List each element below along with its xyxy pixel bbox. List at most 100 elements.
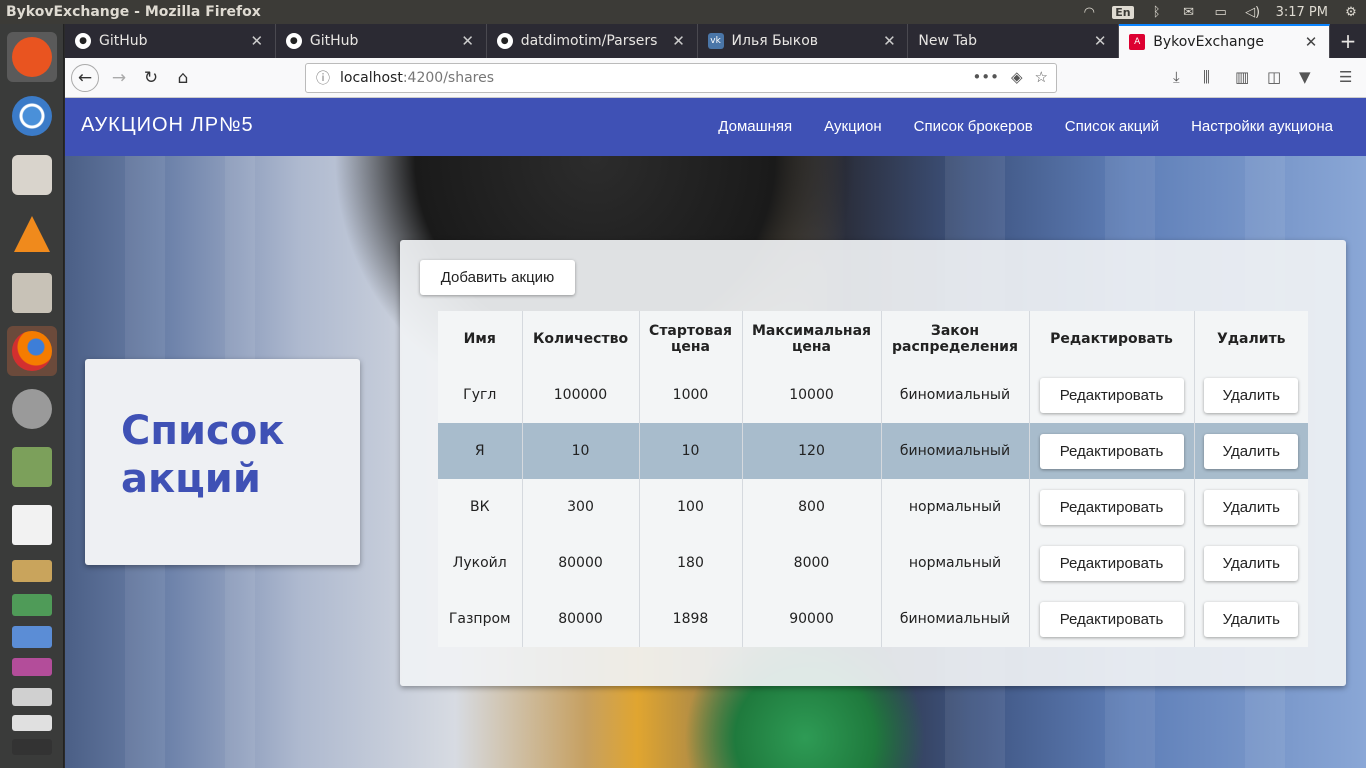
browser-tab[interactable]: ● GitHub ✕ [276,24,487,58]
edit-button[interactable]: Редактировать [1039,545,1184,581]
share-distribution-law: биномиальный [881,423,1030,479]
page-title-card: Список акций [85,359,360,565]
delete-button[interactable]: Удалить [1204,601,1299,637]
stack-icon[interactable] [7,712,57,734]
delete-button[interactable]: Удалить [1204,377,1299,413]
keyboard-layout-indicator[interactable]: En [1112,5,1134,19]
close-icon[interactable]: ✕ [1090,32,1110,50]
browser-tab[interactable]: ● GitHub ✕ [65,24,276,58]
bookmark-star-icon[interactable]: ☆ [1035,68,1048,86]
angular-icon: A [1129,34,1146,50]
chromium-icon[interactable] [7,91,57,141]
nav-link-auction[interactable]: Аукцион [824,118,882,135]
close-icon[interactable]: ✕ [879,32,899,50]
reload-button[interactable]: ↻ [137,64,165,92]
share-start-price: 180 [639,535,743,591]
extension-icon[interactable]: ▼ [1299,68,1311,86]
settings-gear-icon[interactable]: ⚙ [1342,5,1360,20]
app-icon[interactable] [7,654,57,680]
share-max-price: 10000 [742,367,882,423]
close-icon[interactable]: ✕ [669,32,689,50]
share-distribution-law: биномиальный [881,591,1030,647]
close-icon[interactable]: ✕ [1301,33,1321,51]
system-settings-icon[interactable] [7,384,57,434]
menu-icon[interactable]: ☰ [1339,68,1352,86]
github-icon: ● [75,33,91,49]
share-quantity: 80000 [522,591,640,647]
column-header: Количество [522,311,640,367]
tool-icon[interactable] [7,590,57,620]
disk-usage-icon[interactable] [7,442,57,492]
close-icon[interactable]: ✕ [458,32,478,50]
column-header: Имя [438,311,523,367]
nav-link-brokers[interactable]: Список брокеров [914,118,1033,135]
vlc-icon[interactable] [7,209,57,259]
share-name: ВК [438,479,523,535]
volume-icon[interactable]: ◁) [1244,5,1262,20]
share-distribution-law: биномиальный [881,367,1030,423]
github-icon: ● [496,33,513,49]
brand-logo[interactable]: АУКЦИОН ЛР№5 [81,114,254,137]
wine-icon[interactable] [7,622,57,652]
share-distribution-law: нормальный [881,535,1030,591]
wifi-icon[interactable]: ◠ [1080,5,1098,20]
screenshot-icon[interactable]: ◫ [1267,68,1281,86]
document-viewer-icon[interactable] [7,500,57,550]
nav-link-shares[interactable]: Список акций [1065,118,1159,135]
share-max-price: 8000 [742,535,882,591]
library-icon[interactable]: ⫼ [1203,68,1210,86]
sidebar-icon[interactable]: ▥ [1235,68,1249,86]
page-actions-icon[interactable]: ••• [972,68,999,86]
share-max-price: 90000 [742,591,882,647]
delete-button[interactable]: Удалить [1204,489,1299,525]
browser-tab[interactable]: ● datdimotim/Parsers ✕ [487,24,698,58]
home-button[interactable]: ⌂ [169,64,197,92]
software-center-icon[interactable] [7,150,57,200]
shares-table: Имя Количество Стартовая цена Максимальн… [438,311,1308,647]
nav-link-auction-settings[interactable]: Настройки аукциона [1191,118,1333,135]
firefox-icon[interactable] [7,326,57,376]
window-title: BykovExchange - Mozilla Firefox [6,4,261,20]
clock[interactable]: 3:17 PM [1276,5,1328,20]
column-header: Редактировать [1029,311,1195,367]
delete-button[interactable]: Удалить [1204,433,1299,469]
share-name: Я [438,423,523,479]
edit-button[interactable]: Редактировать [1039,377,1184,413]
battery-icon[interactable]: ▭ [1212,5,1230,20]
table-row: Газпром 80000 1898 90000 биномиальный Ре… [438,591,1308,647]
edit-button[interactable]: Редактировать [1039,433,1184,469]
browser-tab-active[interactable]: A BykovExchange ✕ [1119,24,1331,58]
back-button[interactable]: ← [71,64,99,92]
browser-tab[interactable]: vk Илья Быков ✕ [698,24,909,58]
stack-icon[interactable] [7,684,57,710]
close-icon[interactable]: ✕ [247,32,267,50]
bluetooth-icon[interactable]: ᛒ [1148,5,1166,20]
file-manager-icon[interactable] [7,268,57,318]
new-tab-button[interactable]: + [1330,24,1366,58]
add-share-button[interactable]: Добавить акцию [420,260,575,295]
forward-button[interactable]: → [105,64,133,92]
url-bar[interactable]: ⓘ localhost:4200/shares ••• ◈ ☆ [305,63,1057,93]
mail-icon[interactable]: ✉ [1180,5,1198,20]
downloads-icon[interactable]: ⤓ [1173,68,1180,86]
browser-tab[interactable]: New Tab ✕ [908,24,1120,58]
edit-button[interactable]: Редактировать [1039,601,1184,637]
info-icon[interactable]: ⓘ [316,68,330,88]
column-header: Максимальная цена [742,311,882,367]
edit-button[interactable]: Редактировать [1039,489,1184,525]
ubuntu-logo-icon[interactable] [7,32,57,82]
delete-button[interactable]: Удалить [1204,545,1299,581]
share-start-price: 1000 [639,367,743,423]
table-row: Лукойл 80000 180 8000 нормальный Редакти… [438,535,1308,591]
share-distribution-law: нормальный [881,479,1030,535]
github-icon: ● [285,33,302,49]
pocket-icon[interactable]: ◈ [1011,68,1023,86]
page-title: Список акций [121,408,285,502]
column-header: Стартовая цена [639,311,743,367]
table-row-highlighted: Я 10 10 120 биномиальный Редактировать У… [438,423,1308,479]
nav-link-home[interactable]: Домашняя [718,118,792,135]
column-header: Закон распределения [881,311,1030,367]
terminal-icon[interactable] [7,736,57,758]
cleaner-icon[interactable] [7,556,57,586]
vk-icon: vk [707,33,724,49]
